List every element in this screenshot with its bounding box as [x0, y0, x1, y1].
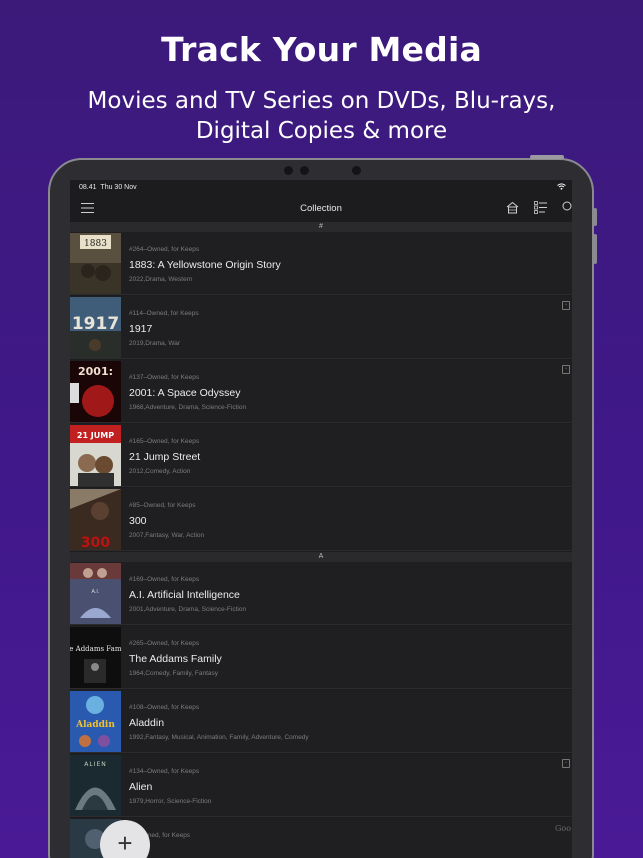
movie-poster: 300 — [70, 489, 121, 551]
item-info: 1968,Adventure, Drama, Science-Fiction — [129, 404, 247, 411]
poster-label: ALIEN — [84, 761, 107, 768]
list-item[interactable]: ALIEN #134–Owned, for Keeps Alien 1979,H… — [70, 754, 572, 817]
promo-subline-line-1: Movies and TV Series on DVDs, Blu-rays, — [87, 88, 556, 114]
list-item[interactable]: 1883 #264–Owned, for Keeps 1883: A Yello… — [70, 232, 572, 295]
tablet-camera-lens — [352, 166, 361, 175]
navigation-bar: Collection — [70, 196, 572, 222]
promo-headline: Track Your Media — [161, 30, 482, 69]
list-item[interactable]: 1917 #114–Owned, for Keeps 1917 2019,Dra… — [70, 296, 572, 359]
item-info: 2012,Comedy, Action — [129, 468, 191, 475]
poster-label: 300 — [81, 535, 110, 550]
list-item[interactable]: Aladdin #108–Owned, for Keeps Aladdin 19… — [70, 690, 572, 753]
item-meta: #114–Owned, for Keeps — [129, 310, 199, 317]
item-title: A.I. Artificial Intelligence — [129, 589, 240, 601]
promo-subline-line-2: Digital Copies & more — [195, 118, 448, 144]
poster-label: 1917 — [72, 314, 119, 334]
movie-poster: A.I. — [70, 563, 121, 624]
poster-label: 21 JUMP — [77, 431, 114, 440]
item-title: 2001: A Space Odyssey — [129, 387, 241, 399]
item-meta: #134–Owned, for Keeps — [129, 768, 200, 775]
item-meta: #264–Owned, for Keeps — [129, 246, 200, 253]
home-icon[interactable] — [506, 201, 519, 214]
filter-list-icon[interactable] — [534, 201, 548, 214]
item-title: Aladdin — [129, 717, 165, 729]
disc-badge-icon: ▫ — [562, 301, 570, 310]
item-info: 1992,Fantasy, Musical, Animation, Family… — [129, 734, 309, 741]
disc-badge-icon: ▫ — [562, 759, 570, 768]
item-info: 2001,Adventure, Drama, Science-Fiction — [129, 606, 247, 613]
item-meta: #165–Owned, for Keeps — [129, 438, 200, 445]
item-title: The Addams Family — [129, 653, 222, 665]
item-title: 1917 — [129, 323, 153, 335]
poster-label: A.I. — [92, 589, 100, 595]
item-title: 300 — [129, 515, 147, 527]
item-meta: #169–Owned, for Keeps — [129, 576, 200, 583]
list-item[interactable]: 300 #85–Owned, for Keeps 300 2007,Fantas… — [70, 488, 572, 551]
section-header-hash: # — [70, 222, 572, 232]
item-meta: #108–Owned, for Keeps — [129, 704, 200, 711]
list-item[interactable]: 2001: #137–Owned, for Keeps 2001: A Spac… — [70, 360, 572, 423]
section-header-a: A — [70, 552, 572, 562]
list-item[interactable]: The Addams Family #265–Owned, for Keeps … — [70, 626, 572, 689]
tablet-volume-up — [593, 208, 597, 226]
movie-poster: Aladdin — [70, 691, 121, 752]
item-title: 21 Jump Street — [129, 451, 201, 463]
item-info: 1964,Comedy, Family, Fantasy — [129, 670, 218, 677]
item-info: 2019,Drama, War — [129, 340, 181, 347]
disc-badge-icon: ▫ — [562, 365, 570, 374]
poster-label: 1883 — [84, 239, 107, 249]
promo-subline: Movies and TV Series on DVDs, Blu-rays, … — [0, 86, 643, 146]
movie-poster: ALIEN — [70, 755, 121, 816]
watermark-text: Goo — [555, 824, 572, 833]
item-info: 2022,Drama, Western — [129, 276, 193, 283]
status-date: Thu 30 Nov — [100, 184, 137, 191]
status-bar: 08.41 Thu 30 Nov — [79, 184, 137, 191]
movie-poster: 1883 — [70, 233, 121, 294]
tablet-camera-sensor — [300, 166, 309, 175]
item-meta: #265–Owned, for Keeps — [129, 640, 200, 647]
search-icon[interactable] — [562, 201, 572, 213]
item-meta: #137–Owned, for Keeps — [129, 374, 200, 381]
app-screen: 08.41 Thu 30 Nov Collection # 1883 #264–… — [70, 180, 572, 858]
tablet-volume-down — [593, 234, 597, 264]
tablet-camera-sensor — [284, 166, 293, 175]
movie-poster: 1917 — [70, 297, 121, 358]
list-item[interactable]: A.I. #169–Owned, for Keeps A.I. Artifici… — [70, 562, 572, 625]
list-item[interactable]: 21 JUMP #165–Owned, for Keeps 21 Jump St… — [70, 424, 572, 487]
item-meta: #85–Owned, for Keeps — [129, 502, 196, 509]
poster-label: The Addams Family — [70, 645, 121, 653]
movie-poster: 21 JUMP — [70, 425, 121, 486]
movie-poster: 2001: — [70, 361, 121, 422]
item-title: Alien — [129, 781, 153, 793]
poster-label: 2001: — [78, 365, 113, 378]
page-title: Collection — [300, 203, 342, 214]
poster-label: Aladdin — [75, 720, 115, 730]
status-time: 08.41 — [79, 184, 97, 191]
tablet-top-button — [530, 155, 564, 159]
wifi-icon — [557, 183, 566, 192]
item-info: 1979,Horror, Science-Fiction — [129, 798, 212, 805]
item-info: 2007,Fantasy, War, Action — [129, 532, 205, 539]
movie-poster: The Addams Family — [70, 627, 130, 688]
item-title: 1883: A Yellowstone Origin Story — [129, 259, 281, 271]
